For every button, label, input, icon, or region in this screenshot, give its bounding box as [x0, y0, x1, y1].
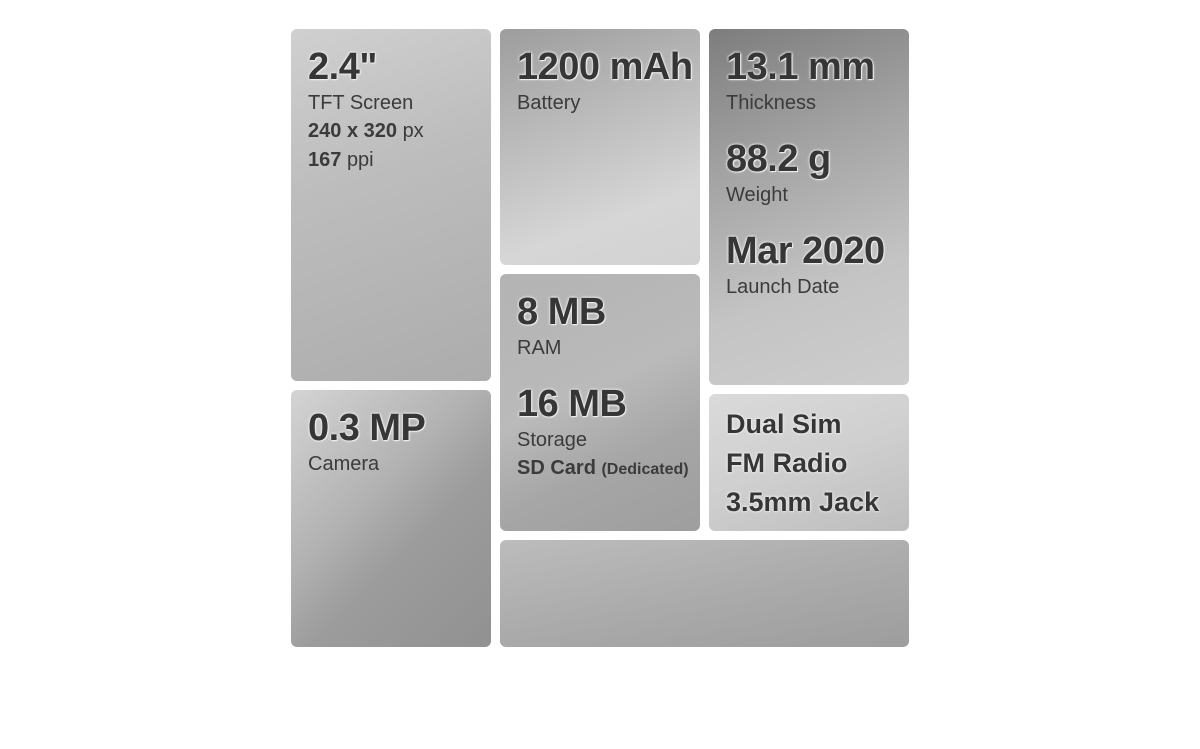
storage-label: Storage — [517, 429, 588, 451]
screen-spec-tile: 2.4" TFT Screen 240 x 320 px 167 ppi — [291, 29, 491, 381]
feature-audio-jack: 3.5mm Jack — [726, 487, 880, 517]
screen-res-unit: px — [402, 120, 424, 142]
card-slot-note: (Dedicated) — [601, 461, 689, 478]
camera-value: 0.3 MP — [308, 407, 426, 449]
screen-size: 2.4" — [308, 46, 377, 88]
launch-date-label: Launch Date — [726, 276, 840, 298]
screen-res-x: x — [346, 120, 359, 142]
battery-spec-tile: 1200 mAh Battery — [500, 29, 700, 265]
screen-type: TFT Screen — [308, 92, 414, 114]
screen-res-height: 320 — [363, 120, 397, 142]
weight-label: Weight — [726, 184, 788, 206]
screen-resolution: 240 x 320 px — [308, 117, 474, 146]
card-slot-type: SD Card — [517, 457, 596, 479]
weight-value: 88.2 g — [726, 138, 831, 180]
screen-density-value: 167 — [308, 149, 342, 171]
launch-date-value: Mar 2020 — [726, 230, 885, 272]
feature-fm-radio: FM Radio — [726, 448, 848, 478]
battery-label: Battery — [517, 92, 581, 114]
thickness-value: 13.1 mm — [726, 46, 875, 88]
empty-spec-tile — [500, 540, 909, 647]
screen-res-width: 240 — [308, 120, 342, 142]
camera-spec-tile: 0.3 MP Camera — [291, 390, 491, 647]
storage-value: 16 MB — [517, 383, 627, 425]
thickness-label: Thickness — [726, 92, 817, 114]
feature-dual-sim: Dual Sim — [726, 409, 842, 439]
battery-value: 1200 mAh — [517, 46, 693, 88]
camera-label: Camera — [308, 453, 380, 475]
body-spec-tile: 13.1 mm Thickness 88.2 g Weight Mar 2020… — [709, 29, 909, 385]
screen-density-unit: ppi — [346, 149, 374, 171]
features-tile: Dual Sim FM Radio 3.5mm Jack — [709, 394, 909, 531]
screen-density: 167 ppi — [308, 146, 474, 175]
card-slot: SD Card (Dedicated) — [517, 454, 689, 484]
memory-spec-tile: 8 MB RAM 16 MB Storage SD Card (Dedicate… — [500, 274, 700, 531]
ram-label: RAM — [517, 337, 562, 359]
ram-value: 8 MB — [517, 291, 606, 333]
